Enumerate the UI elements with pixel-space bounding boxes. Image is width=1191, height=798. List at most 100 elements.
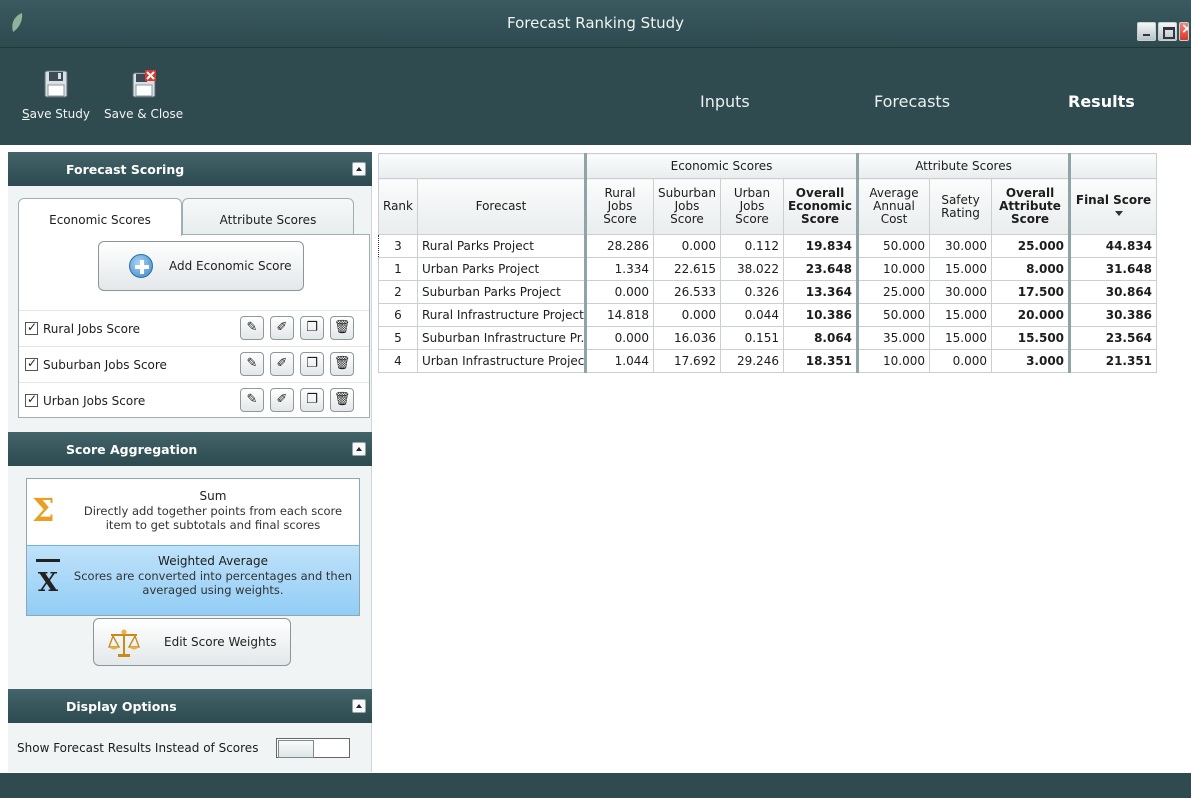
balance-scale-icon	[108, 629, 140, 657]
floppy-disk-icon	[44, 70, 68, 98]
cell-rural: 28.286	[585, 234, 654, 258]
nav-tab-forecasts[interactable]: Forecasts	[874, 92, 950, 111]
cell-overall-economic: 19.834	[782, 234, 860, 258]
edit-pencil-icon[interactable]: ✎	[240, 352, 264, 376]
cell-forecast: Suburban Infrastructure Pr...	[417, 326, 587, 350]
sort-descending-icon	[1114, 210, 1123, 216]
save-close-label: Save & Close	[104, 107, 184, 121]
copy-icon[interactable]: ❐	[300, 352, 324, 376]
save-study-button[interactable]: Save Study	[22, 70, 90, 121]
table-row[interactable]: 6 Rural Infrastructure Project 14.818 0.…	[378, 303, 1158, 327]
table-row[interactable]: 1 Urban Parks Project 1.334 22.615 38.02…	[378, 257, 1158, 281]
cell-final-score: 44.834	[1069, 234, 1158, 258]
cell-safety-rating: 30.000	[929, 280, 993, 304]
edit-pencil-icon[interactable]: ✎	[240, 316, 264, 340]
cell-overall-attribute: 15.500	[991, 326, 1072, 350]
add-economic-score-button[interactable]: Add Economic Score	[98, 241, 304, 291]
display-options-title: Display Options	[66, 699, 177, 714]
score-item-label: Suburban Jobs Score	[43, 358, 167, 372]
cell-urban: 0.044	[719, 303, 784, 327]
cell-urban: 0.112	[719, 234, 784, 258]
collapse-score-aggregation-button[interactable]	[352, 442, 366, 456]
column-header-forecast[interactable]: Forecast	[417, 178, 587, 235]
cell-average-annual-cost: 10.000	[857, 349, 931, 373]
delete-trash-icon[interactable]: 🗑	[330, 316, 354, 340]
suburban-jobs-checkbox[interactable]	[25, 356, 38, 371]
delete-trash-icon[interactable]: 🗑	[330, 388, 354, 412]
rename-icon[interactable]: ✐	[270, 316, 294, 340]
final-score-header-label: Final Score	[1075, 192, 1152, 207]
cell-overall-economic: 13.364	[782, 280, 860, 304]
cell-overall-attribute: 8.000	[991, 257, 1072, 281]
group-header-final-blank	[1069, 153, 1158, 179]
copy-icon[interactable]: ❐	[300, 316, 324, 340]
aggregation-option-sum[interactable]: Σ Sum Directly add together points from …	[27, 479, 359, 544]
minimize-button[interactable]	[1137, 22, 1156, 41]
cell-overall-economic: 10.386	[782, 303, 860, 327]
left-panel: Forecast Scoring Economic Scores Attribu…	[8, 152, 372, 772]
cell-forecast: Rural Parks Project	[417, 234, 587, 258]
cell-suburban: 0.000	[653, 234, 721, 258]
aggregation-option-weighted-average[interactable]: X Weighted Average Scores are converted …	[27, 545, 359, 615]
collapse-forecast-scoring-button[interactable]	[352, 162, 366, 176]
add-economic-score-label: Add Economic Score	[169, 259, 292, 273]
column-header-suburban-jobs[interactable]: Suburban Jobs Score	[653, 178, 721, 235]
copy-icon[interactable]: ❐	[300, 388, 324, 412]
cell-urban: 29.246	[719, 349, 784, 373]
table-row[interactable]: 3 Rural Parks Project 28.286 0.000 0.112…	[378, 234, 1158, 258]
toolbar: Save Study Save & Close Inputs Forecasts…	[0, 48, 1191, 145]
rename-icon[interactable]: ✐	[270, 352, 294, 376]
column-header-urban-jobs[interactable]: Urban Jobs Score	[719, 178, 784, 235]
cell-rank: 2	[378, 280, 418, 304]
cell-final-score: 31.648	[1069, 257, 1158, 281]
cell-rank: 4	[378, 349, 418, 373]
cell-rural: 0.000	[585, 280, 654, 304]
table-row[interactable]: 2 Suburban Parks Project 0.000 26.533 0.…	[378, 280, 1158, 304]
cell-urban: 38.022	[719, 257, 784, 281]
column-header-average-annual-cost[interactable]: Average Annual Cost	[857, 178, 931, 235]
cell-rural: 14.818	[585, 303, 654, 327]
tab-economic-scores[interactable]: Economic Scores	[18, 198, 182, 236]
maximize-button[interactable]	[1158, 22, 1177, 41]
close-button[interactable]	[1179, 22, 1189, 41]
column-header-safety-rating[interactable]: Safety Rating	[929, 178, 993, 235]
aggregation-options: Σ Sum Directly add together points from …	[26, 478, 360, 616]
score-item-rural-jobs: Rural Jobs Score ✎ ✐ ❐ 🗑	[19, 310, 369, 346]
show-forecast-results-toggle[interactable]	[276, 738, 350, 758]
edit-score-weights-button[interactable]: Edit Score Weights	[93, 618, 291, 666]
column-header-overall-attribute[interactable]: Overall Attribute Score	[991, 178, 1072, 235]
weighted-average-description: Scores are converted into percentages an…	[73, 569, 353, 597]
score-item-label: Urban Jobs Score	[43, 394, 146, 408]
urban-jobs-checkbox[interactable]	[25, 392, 38, 407]
nav-tab-inputs[interactable]: Inputs	[700, 92, 750, 111]
cell-average-annual-cost: 50.000	[857, 234, 931, 258]
table-row[interactable]: 5 Suburban Infrastructure Pr... 0.000 16…	[378, 326, 1158, 350]
column-header-rank[interactable]: Rank	[378, 178, 418, 235]
cell-rank: 6	[378, 303, 418, 327]
cell-overall-attribute: 25.000	[991, 234, 1072, 258]
cell-rural: 1.044	[585, 349, 654, 373]
nav-tab-results[interactable]: Results	[1068, 92, 1135, 111]
cell-forecast: Rural Infrastructure Project	[417, 303, 587, 327]
forecast-scoring-title: Forecast Scoring	[66, 162, 185, 177]
show-forecast-results-label: Show Forecast Results Instead of Scores	[17, 741, 259, 755]
cell-overall-economic: 8.064	[782, 326, 860, 350]
economic-scores-pane: Add Economic Score Rural Jobs Score ✎ ✐ …	[18, 234, 370, 418]
tab-attribute-scores[interactable]: Attribute Scores	[182, 198, 354, 234]
cell-average-annual-cost: 50.000	[857, 303, 931, 327]
column-header-overall-economic[interactable]: Overall Economic Score	[782, 178, 860, 235]
cell-final-score: 23.564	[1069, 326, 1158, 350]
cell-urban: 0.326	[719, 280, 784, 304]
sum-description: Directly add together points from each s…	[83, 504, 343, 532]
cell-final-score: 21.351	[1069, 349, 1158, 373]
rename-icon[interactable]: ✐	[270, 388, 294, 412]
column-header-final-score[interactable]: Final Score	[1069, 178, 1158, 235]
delete-trash-icon[interactable]: 🗑	[330, 352, 354, 376]
edit-pencil-icon[interactable]: ✎	[240, 388, 264, 412]
column-header-rural-jobs[interactable]: Rural Jobs Score	[585, 178, 654, 235]
table-row[interactable]: 4 Urban Infrastructure Project 1.044 17.…	[378, 349, 1158, 373]
save-close-button[interactable]: Save & Close	[104, 70, 183, 121]
collapse-display-options-button[interactable]	[352, 699, 366, 713]
rural-jobs-checkbox[interactable]	[25, 320, 38, 335]
group-header-blank	[378, 153, 587, 179]
